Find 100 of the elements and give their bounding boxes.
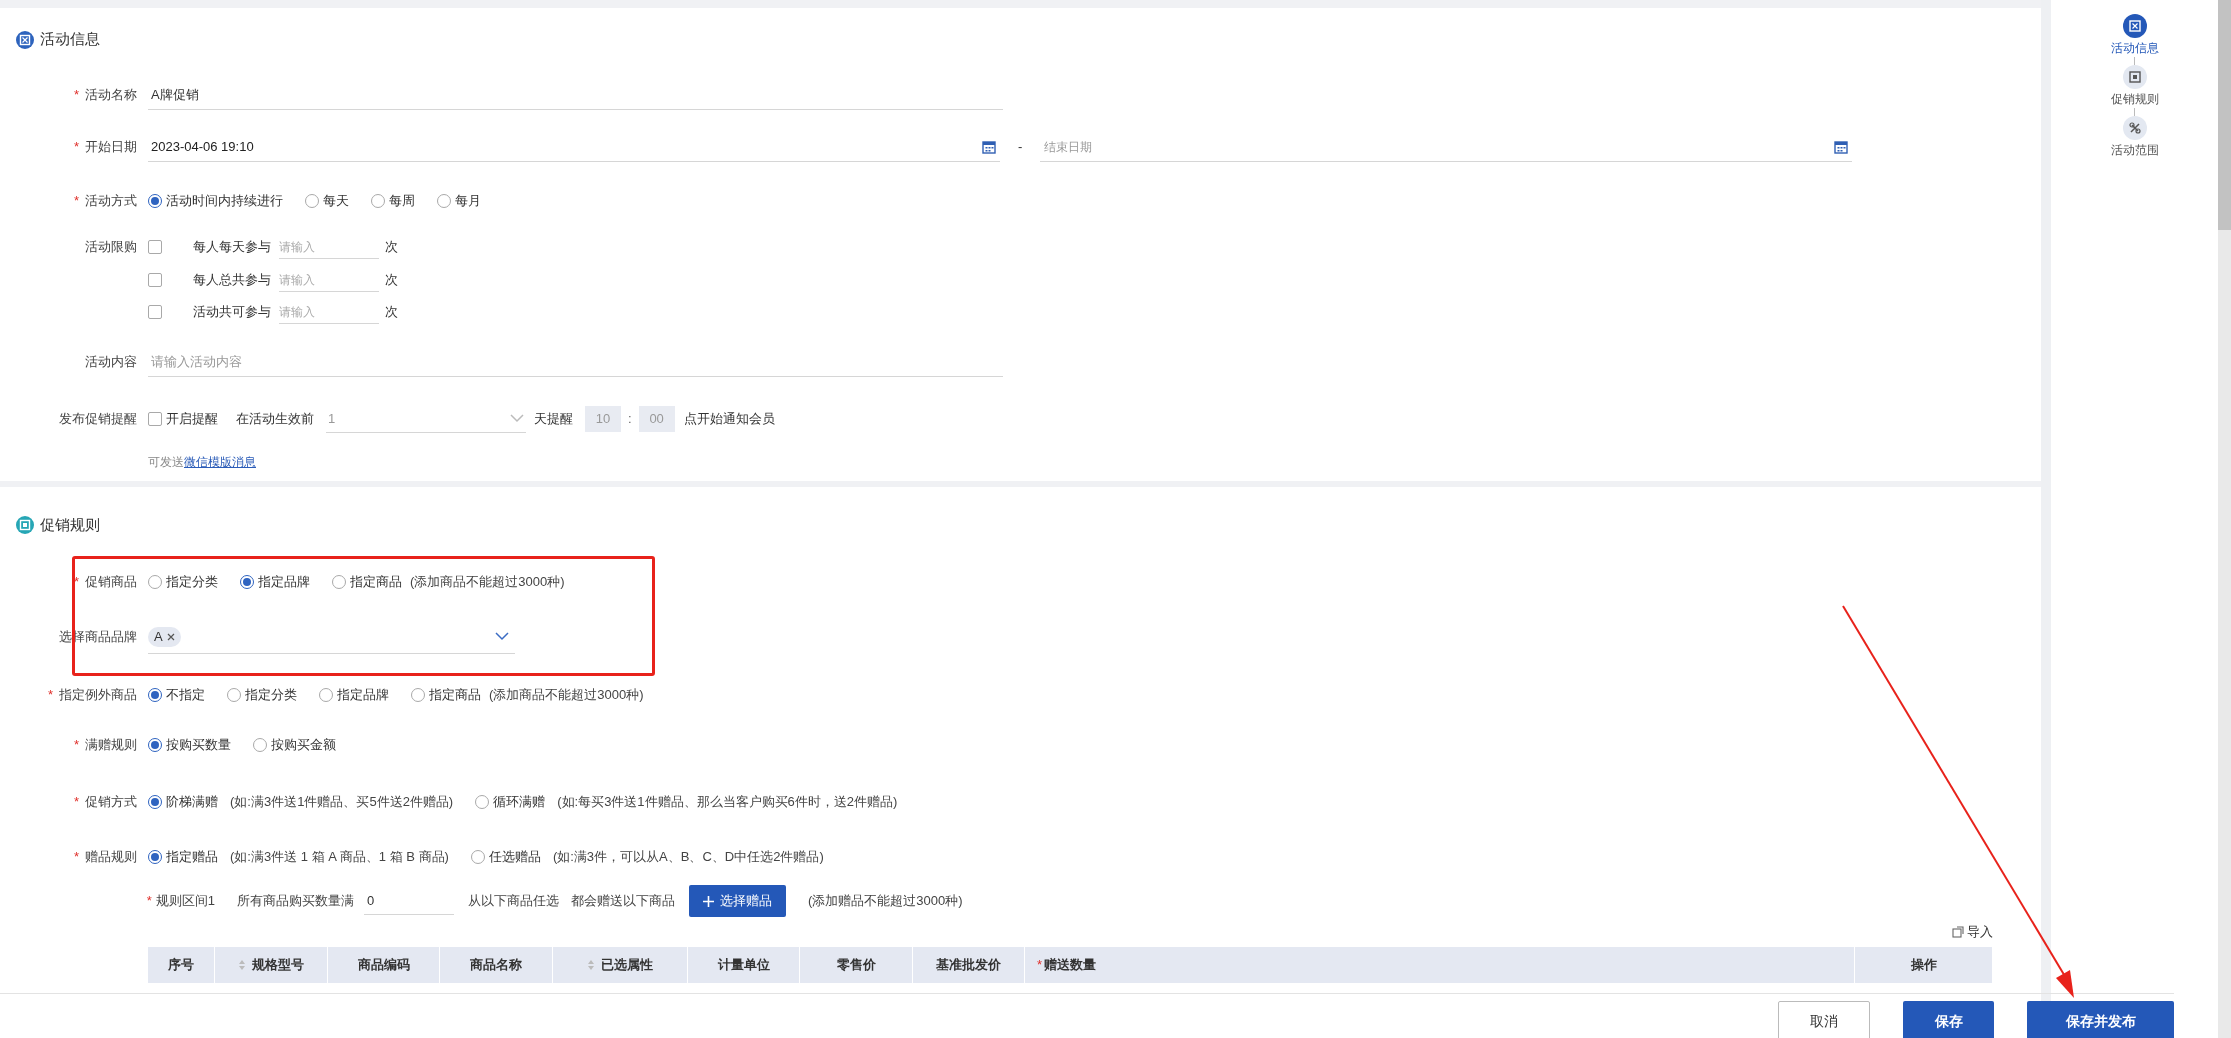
field-label: * 满赠规则 [73, 736, 137, 755]
option-label: 指定品牌 [258, 573, 310, 592]
checkbox[interactable] [148, 273, 162, 287]
field-label: 活动共可参与 [192, 303, 272, 322]
option-label: 指定赠品 [166, 848, 218, 867]
nav-step[interactable]: 活动范围 [2110, 116, 2159, 159]
section-title: 活动信息 [40, 29, 100, 50]
brand-tag[interactable]: A [148, 626, 181, 647]
select-value: 1 [328, 409, 336, 428]
section-icon [16, 30, 34, 49]
range-text: 都会赠送以下商品 [571, 892, 675, 911]
option-label: 循环满赠 [493, 793, 546, 812]
option-label: 指定分类 [245, 686, 297, 705]
scrollbar-thumb[interactable] [2218, 0, 2231, 230]
field-label: * 促销商品 [73, 573, 137, 592]
square-x-icon [2122, 14, 2147, 38]
field-label: 每人总共参与 [192, 271, 272, 290]
field-label: 发布促销提醒 [59, 410, 137, 429]
unit-label: 次 [385, 238, 398, 257]
range-text: 所有商品购买数量满 [237, 892, 354, 911]
footer-button[interactable]: 取消 [1778, 1001, 1870, 1038]
column-header[interactable]: 零售价 [800, 947, 913, 983]
chevron-down-icon [495, 632, 509, 641]
field-label: * 指定例外商品 [47, 686, 137, 705]
option-label: 指定品牌 [337, 686, 389, 705]
range-separator: - [1018, 138, 1023, 157]
option-label: 任选赠品 [488, 848, 541, 867]
select-gift-button[interactable]: 选择赠品 [689, 885, 786, 917]
sort-icon [587, 959, 595, 971]
option-label: 指定分类 [166, 573, 218, 592]
column-header[interactable]: 计量单位 [688, 947, 800, 983]
field-label: * 赠品规则 [73, 848, 137, 867]
number-input[interactable]: 请输入 [279, 268, 379, 292]
text-field[interactable]: A牌促销 [148, 80, 1003, 110]
import-icon [1952, 926, 1964, 938]
column-header[interactable]: 已选属性 [553, 947, 688, 983]
option-label: 指定商品 [350, 573, 402, 592]
nav-step[interactable]: 活动信息 [2110, 14, 2159, 57]
import-button[interactable]: 导入 [1952, 922, 1993, 942]
option-hint: (如:每买3件送1件赠品、那么当客户购买6件时，送2件赠品) [557, 793, 898, 812]
date-value: 2023-04-06 19:10 [151, 137, 254, 156]
field-label: * 活动方式 [73, 192, 137, 211]
option-label: 不指定 [166, 686, 205, 705]
column-header[interactable]: 商品编码 [328, 947, 440, 983]
calendar-icon [1834, 139, 1849, 154]
option-hint: (如:满3件送 1 箱 A 商品、1 箱 B 商品) [230, 848, 449, 867]
date-placeholder: 结束日期 [1044, 138, 1093, 156]
reminder-text: 点开始通知会员 [683, 410, 775, 429]
number-input[interactable]: 请输入 [279, 235, 379, 259]
checkbox-label: 开启提醒 [166, 410, 218, 429]
option-label: 按购买金额 [271, 736, 336, 755]
section-icon [16, 516, 34, 534]
column-header[interactable]: 序号 [148, 947, 215, 983]
chevron-down-icon [510, 414, 524, 423]
hint-text: (添加赠品不能超过3000种) [808, 892, 963, 911]
field-label: * 活动名称 [73, 86, 137, 105]
option-label: 每月 [455, 192, 481, 211]
checkbox[interactable] [148, 240, 162, 254]
sort-icon [238, 959, 246, 971]
checkbox[interactable] [148, 412, 162, 426]
field-label: * 开始日期 [73, 138, 137, 157]
option-hint: (如:满3件送1件赠品、买5件送2件赠品) [230, 793, 454, 812]
field-label: * 规则区间1 [146, 892, 215, 911]
required-mark: * [1037, 956, 1043, 975]
column-header[interactable]: 规格型号 [215, 947, 328, 983]
column-header[interactable]: 商品名称 [440, 947, 553, 983]
unit-label: 次 [385, 271, 398, 290]
field-label: * 促销方式 [73, 793, 137, 812]
option-label: 活动时间内持续进行 [166, 192, 283, 211]
range-text: 从以下商品任选 [468, 892, 559, 911]
quantity-field[interactable]: 0 [364, 887, 454, 915]
option-label: 指定商品 [429, 686, 481, 705]
footer-button[interactable]: 保存并发布 [2027, 1001, 2174, 1038]
unit-label: 次 [385, 303, 398, 322]
field-label: 每人每天参与 [192, 238, 272, 257]
option-hint: (如:满3件，可以从A、B、C、D中任选2件赠品) [552, 848, 824, 867]
remove-icon [166, 632, 175, 641]
checkbox[interactable] [148, 305, 162, 319]
reminder-text: 天提醒 [534, 410, 573, 429]
time-colon: : [628, 410, 632, 429]
reminder-text: 在活动生效前 [236, 410, 314, 429]
option-label: 每周 [389, 192, 415, 211]
column-header[interactable]: 基准批发价 [913, 947, 1025, 983]
plus-icon [703, 895, 714, 907]
footer-button[interactable]: 保存 [1903, 1001, 1994, 1038]
number-input[interactable]: 请输入 [279, 300, 379, 324]
calendar-icon [982, 139, 996, 154]
field-label: 活动内容 [85, 353, 137, 372]
column-header[interactable]: *赠送数量 [1025, 947, 1855, 983]
hint-text: (添加商品不能超过3000种) [410, 573, 565, 592]
option-label: 每天 [323, 192, 349, 211]
column-header[interactable]: 操作 [1855, 947, 1993, 983]
option-label: 阶梯满赠 [166, 793, 218, 812]
brand-select[interactable]: A [148, 620, 515, 654]
content-input[interactable]: 请输入活动内容 [148, 347, 1003, 377]
template-link[interactable]: 微信模版消息 [184, 453, 256, 471]
date-field[interactable]: 2023-04-06 19:10 [148, 132, 1000, 162]
option-label: 按购买数量 [166, 736, 231, 755]
hint-text: (添加商品不能超过3000种) [489, 686, 644, 705]
nav-step[interactable]: 促销规则 [2110, 65, 2159, 108]
